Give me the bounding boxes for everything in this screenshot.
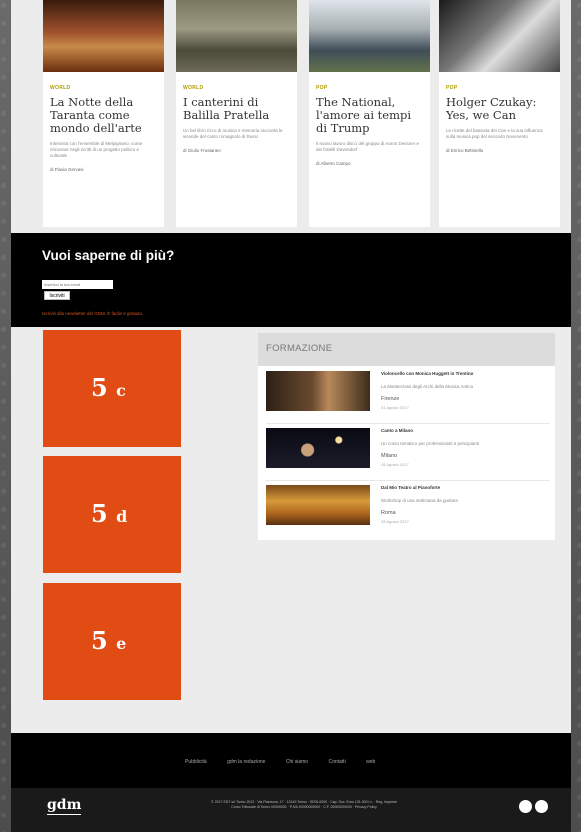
article-title[interactable]: I canterini di Balilla Pratella <box>183 96 290 122</box>
article-author: di Giulio Frustaneo <box>183 148 221 153</box>
social-icons <box>519 800 548 813</box>
footer-link[interactable]: Contatti <box>328 759 345 765</box>
tile-label: 5 e <box>91 626 127 655</box>
article-tag[interactable]: WORLD <box>50 85 164 91</box>
footer-link[interactable]: gdm la redazione <box>227 759 265 765</box>
article-tag[interactable]: POP <box>316 85 430 91</box>
facebook-icon[interactable] <box>519 800 532 813</box>
footer-links: Pubblicità gdm la redazione Chi siamo Co… <box>185 759 394 765</box>
ad-tile[interactable]: 5 d <box>43 456 181 573</box>
footer-bottom: gdm © 2017 EDT srl Torino 2012 · Via Pia… <box>11 788 571 832</box>
article-tag[interactable]: POP <box>446 85 560 91</box>
formazione-date: 28 Agosto 2017 <box>381 519 409 524</box>
newsletter-heading: Vuoi saperne di più? <box>42 248 175 263</box>
ad-tile[interactable]: 5 c <box>43 330 181 447</box>
article-excerpt: Le ricette del bassista dei Can e la sua… <box>446 128 543 139</box>
article-cards: WORLD La Notte della Taranta come mondo … <box>11 0 571 233</box>
formazione-header: FORMAZIONE <box>258 333 555 366</box>
tile-label: 5 d <box>91 499 128 528</box>
footer-legal: © 2017 EDT srl Torino 2012 · Via Pianezz… <box>144 800 464 810</box>
formazione-panel: FORMAZIONE Violoncello con Monica Hugget… <box>258 333 555 540</box>
article-tag[interactable]: WORLD <box>183 85 297 91</box>
article-excerpt: Un bel libro ricco di musica e memoria r… <box>183 128 283 139</box>
newsletter-section: Vuoi saperne di più? Iscriviti Iscriviti… <box>11 233 571 327</box>
article-image[interactable] <box>309 0 430 72</box>
article-author: di Flavia Gervasi <box>50 167 84 172</box>
article-image[interactable] <box>43 0 164 72</box>
footer-links-bar: Pubblicità gdm la redazione Chi siamo Co… <box>11 733 571 788</box>
formazione-city: Milano <box>381 453 398 459</box>
formazione-desc: La Masterclass degli Archi della Musica … <box>381 384 474 389</box>
divider <box>266 480 550 481</box>
formazione-title[interactable]: Violoncello con Monica Huggett in Trenti… <box>381 371 473 376</box>
formazione-thumb[interactable] <box>266 485 370 525</box>
article-author: di Alberto Campo <box>316 161 351 166</box>
footer-logo[interactable]: gdm <box>47 797 82 815</box>
formazione-date: 31 Agosto 2017 <box>381 405 409 410</box>
article-title[interactable]: La Notte della Taranta come mondo dell'a… <box>50 96 157 135</box>
article-excerpt: Intervista con l'ensemble di Melpignano:… <box>50 141 143 158</box>
page: WORLD La Notte della Taranta come mondo … <box>11 0 571 832</box>
formazione-desc: Un corso tematico per professionisti e p… <box>381 441 480 446</box>
formazione-desc: Workshop di una settimana da gustare <box>381 498 458 503</box>
formazione-city: Roma <box>381 510 396 516</box>
footer-link[interactable]: Chi siamo <box>286 759 308 765</box>
divider <box>266 423 550 424</box>
article-excerpt: Il nuovo lavoro disco del gruppo di Aaro… <box>316 141 420 152</box>
footer-link[interactable]: Pubblicità <box>185 759 207 765</box>
footer-link[interactable]: web <box>366 759 375 765</box>
formazione-city: Firenze <box>381 396 400 402</box>
formazione-title[interactable]: Canto a Milano <box>381 428 413 433</box>
ad-tile[interactable]: 5 e <box>43 583 181 700</box>
tile-label: 5 c <box>91 373 126 402</box>
twitter-icon[interactable] <box>535 800 548 813</box>
formazione-date: 28 Agosto 2017 <box>381 462 409 467</box>
article-card[interactable]: POP The National, l'amore ai tempi di Tr… <box>309 0 430 227</box>
article-author: di Enrico Bettinello <box>446 148 484 153</box>
newsletter-subtext[interactable]: Iscriviti alla newsletter del GDM. È fac… <box>42 311 143 316</box>
article-title[interactable]: The National, l'amore ai tempi di Trump <box>316 96 423 135</box>
newsletter-email-input[interactable] <box>42 280 113 289</box>
newsletter-subscribe-button[interactable]: Iscriviti <box>44 291 70 300</box>
formazione-thumb[interactable] <box>266 371 370 411</box>
article-card[interactable]: POP Holger Czukay: Yes, we Can Le ricett… <box>439 0 560 227</box>
article-image[interactable] <box>176 0 297 72</box>
formazione-thumb[interactable] <box>266 428 370 468</box>
article-title[interactable]: Holger Czukay: Yes, we Can <box>446 96 553 122</box>
article-card[interactable]: WORLD La Notte della Taranta come mondo … <box>43 0 164 227</box>
legal-line: Corso Tribunale di Torino 00000000 · P.I… <box>231 805 377 809</box>
formazione-title[interactable]: Dal Mio Teatro al Pianoforte <box>381 485 440 490</box>
article-card[interactable]: WORLD I canterini di Balilla Pratella Un… <box>176 0 297 227</box>
article-image[interactable] <box>439 0 560 72</box>
